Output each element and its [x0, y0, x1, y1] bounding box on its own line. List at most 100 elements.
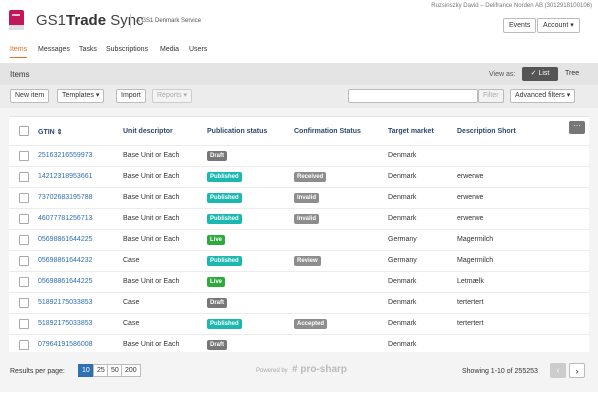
- nav-item-subscriptions[interactable]: Subscriptions: [106, 46, 148, 53]
- results-per-page-label: Results per page:: [10, 368, 65, 375]
- row-checkbox[interactable]: [19, 319, 29, 329]
- target-market: Denmark: [388, 320, 417, 327]
- table-container: GTIN ⇕ Unit descriptor Publication statu…: [0, 108, 598, 352]
- publication-status-badge: Draft: [207, 151, 228, 161]
- row-checkbox[interactable]: [19, 340, 29, 350]
- gtin-link[interactable]: 51892175033853: [38, 299, 93, 306]
- filter-button[interactable]: Filter: [478, 89, 504, 103]
- reports-dropdown-button[interactable]: Reports ▾: [152, 89, 192, 103]
- page-title: Items: [10, 70, 30, 79]
- select-all-checkbox[interactable]: [19, 126, 29, 136]
- tree-view-button[interactable]: Tree: [565, 70, 579, 77]
- table-row[interactable]: 25163216559973 Base Unit or Each Draft Denm…: [9, 145, 589, 166]
- target-market: Denmark: [388, 152, 417, 159]
- gtin-link[interactable]: 05698861644225: [38, 278, 93, 285]
- row-checkbox[interactable]: [19, 193, 29, 203]
- list-view-button[interactable]: ✓ List: [522, 67, 558, 81]
- items-toolbar: New item Templates ▾ Import Reports ▾ Fi…: [0, 85, 598, 108]
- publication-status-badge: Live: [207, 235, 226, 245]
- section-header: Items View as: ✓ List Tree: [0, 63, 598, 85]
- column-confirmation-status: Confirmation Status: [294, 128, 361, 135]
- powered-by-label: Powered by: [256, 368, 288, 374]
- new-item-button[interactable]: New item: [10, 89, 50, 103]
- brand-subtitle: A GS1 Denmark Service: [136, 18, 202, 24]
- publication-status-badge: Published: [207, 172, 242, 182]
- column-target-market: Target market: [388, 128, 434, 135]
- gtin-link[interactable]: 05698861644232: [38, 257, 93, 264]
- gtin-link[interactable]: 46077781256713: [38, 215, 93, 222]
- unit-descriptor: Base Unit or Each: [123, 173, 180, 180]
- confirmation-status-badge: Review: [294, 256, 321, 266]
- unit-descriptor: Base Unit or Each: [123, 215, 180, 222]
- row-checkbox[interactable]: [19, 298, 29, 308]
- target-market: Denmark: [388, 173, 417, 180]
- unit-descriptor: Case: [123, 299, 140, 306]
- unit-descriptor: Base Unit or Each: [123, 152, 180, 159]
- row-checkbox[interactable]: [19, 214, 29, 224]
- chevron-right-icon[interactable]: ›: [569, 363, 585, 378]
- table-row[interactable]: 73702683195788 Base Unit or Each Published…: [9, 187, 589, 208]
- row-checkbox[interactable]: [19, 235, 29, 245]
- description-short: Magermilch: [457, 236, 494, 243]
- chevron-left-icon[interactable]: ‹: [550, 363, 566, 378]
- page-size-200[interactable]: 200: [121, 364, 141, 377]
- nav-item-messages[interactable]: Messages: [38, 46, 70, 53]
- description-short: tertertert: [457, 320, 484, 327]
- table-header: GTIN ⇕ Unit descriptor Publication statu…: [9, 117, 589, 145]
- description-short: erwerwe: [457, 194, 484, 201]
- events-button[interactable]: Events: [503, 18, 537, 33]
- unit-descriptor: Base Unit or Each: [123, 236, 180, 243]
- table-row[interactable]: 46077781256713 Base Unit or Each Published…: [9, 208, 589, 229]
- nav-item-users[interactable]: Users: [189, 46, 207, 53]
- templates-dropdown-button[interactable]: Templates ▾: [57, 89, 105, 103]
- row-checkbox[interactable]: [19, 277, 29, 287]
- description-short: erwerwe: [457, 173, 484, 180]
- publication-status-badge: Published: [207, 214, 242, 224]
- active-nav-underline: [10, 57, 27, 58]
- row-checkbox[interactable]: [19, 172, 29, 182]
- description-short: tertertert: [457, 299, 484, 306]
- column-gtin[interactable]: GTIN ⇕: [38, 128, 63, 136]
- table-row[interactable]: 05698861644225 Base Unit or Each Live Denma…: [9, 271, 589, 292]
- user-account-line: Ruzsinszky David – Delifrance Norden AB …: [431, 3, 592, 9]
- confirmation-status-badge: Invalid: [294, 214, 320, 224]
- nav-item-tasks[interactable]: Tasks: [79, 46, 97, 53]
- unit-descriptor: Base Unit or Each: [123, 278, 180, 285]
- view-as-label: View as:: [489, 71, 516, 78]
- publication-status-badge: Live: [207, 277, 226, 287]
- row-checkbox[interactable]: [19, 151, 29, 161]
- confirmation-status-badge: Received: [294, 172, 327, 182]
- brand-divider: [130, 14, 131, 28]
- gtin-link[interactable]: 51892175033853: [38, 320, 93, 327]
- publication-status-badge: Draft: [207, 340, 228, 350]
- advanced-filters-button[interactable]: Advanced filters ▾: [510, 89, 576, 103]
- search-input[interactable]: [348, 89, 478, 103]
- table-row[interactable]: 51892175033853 Case Published Accepted Denma…: [9, 313, 589, 334]
- table-row[interactable]: 14212318953661 Base Unit or Each Published…: [9, 166, 589, 187]
- target-market: Denmark: [388, 278, 417, 285]
- nav-item-items[interactable]: Items: [10, 46, 27, 53]
- publication-status-badge: Draft: [207, 298, 228, 308]
- main-nav: Items Messages Tasks Subscriptions Media…: [0, 46, 598, 58]
- account-dropdown-button[interactable]: Account ▾: [537, 18, 580, 33]
- gtin-link[interactable]: 14212318953661: [38, 173, 93, 180]
- confirmation-status-badge: Invalid: [294, 193, 320, 203]
- gtin-link[interactable]: 07964191586008: [38, 341, 93, 348]
- target-market: Denmark: [388, 341, 417, 348]
- description-short: erwerwe: [457, 215, 484, 222]
- page-size-10[interactable]: 10: [78, 364, 94, 377]
- target-market: Germany: [388, 257, 417, 264]
- row-checkbox[interactable]: [19, 256, 29, 266]
- nav-item-media[interactable]: Media: [160, 46, 179, 53]
- table-row[interactable]: 05698861644225 Base Unit or Each Live Germa…: [9, 229, 589, 250]
- gtin-link[interactable]: 05698861644225: [38, 236, 93, 243]
- column-publication-status: Publication status: [207, 128, 268, 135]
- import-button[interactable]: Import: [116, 89, 146, 103]
- publication-status-badge: Published: [207, 193, 242, 203]
- gtin-link[interactable]: 25163216559973: [38, 152, 93, 159]
- more-options-button[interactable]: ···: [569, 121, 585, 134]
- unit-descriptor: Base Unit or Each: [123, 194, 180, 201]
- table-row[interactable]: 51892175033853 Case Draft Denmark tertertert: [9, 292, 589, 313]
- table-row[interactable]: 05698861644232 Case Published Review Germany…: [9, 250, 589, 271]
- gtin-link[interactable]: 73702683195788: [38, 194, 93, 201]
